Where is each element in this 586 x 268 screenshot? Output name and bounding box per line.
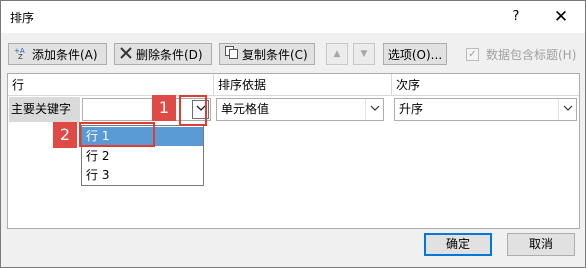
dropdown-item[interactable]: 行 2 bbox=[82, 147, 203, 166]
highlight-box-dropdown-arrow bbox=[179, 95, 207, 126]
close-button[interactable]: ✕ bbox=[541, 1, 581, 33]
order-value: 升序 bbox=[399, 102, 424, 116]
header-checkbox-label: 数据包含标题(H) bbox=[486, 48, 577, 62]
order-chevron-icon[interactable] bbox=[558, 99, 576, 120]
options-button[interactable]: 选项(O)... bbox=[383, 43, 447, 65]
delete-level-label: 删除条件(D) bbox=[136, 47, 203, 62]
column-header-order: 次序 bbox=[392, 74, 579, 96]
svg-text:Z: Z bbox=[18, 53, 23, 60]
help-button[interactable]: ? bbox=[499, 1, 533, 33]
toolbar: +A Z 添加条件(A) 删除条件(D) 复制条件(C) ▲ ▼ 选项(O)...… bbox=[1, 33, 585, 73]
delete-level-button[interactable]: 删除条件(D) bbox=[114, 43, 212, 65]
add-level-icon: +A Z bbox=[14, 46, 28, 63]
header-checkbox-wrap[interactable]: ✓ 数据包含标题(H) bbox=[466, 46, 576, 63]
dialog-title: 排序 bbox=[10, 11, 35, 25]
step-badge-1: 1 bbox=[152, 95, 176, 121]
highlight-box-row1 bbox=[79, 122, 155, 147]
delete-icon bbox=[120, 46, 132, 62]
step-badge-2: 2 bbox=[53, 122, 77, 148]
sort-on-value: 单元格值 bbox=[221, 102, 270, 116]
add-level-button[interactable]: +A Z 添加条件(A) bbox=[8, 43, 107, 65]
title-bar: 排序 ? ✕ bbox=[1, 1, 585, 33]
primary-key-label: 主要关键字 bbox=[9, 97, 80, 122]
column-header-sort-on: 排序依据 bbox=[214, 74, 392, 96]
copy-level-button[interactable]: 复制条件(C) bbox=[219, 43, 315, 65]
order-combo[interactable]: 升序 bbox=[394, 98, 577, 121]
header-checkbox[interactable]: ✓ bbox=[466, 48, 479, 61]
dropdown-item[interactable]: 行 3 bbox=[82, 166, 203, 185]
move-down-button[interactable]: ▼ bbox=[353, 43, 375, 65]
copy-icon bbox=[225, 46, 238, 62]
ok-button[interactable]: 确定 bbox=[424, 233, 492, 256]
add-level-label: 添加条件(A) bbox=[32, 47, 98, 62]
column-header-row: 行 bbox=[8, 74, 214, 96]
sort-dialog: 排序 ? ✕ +A Z 添加条件(A) 删除条件(D) 复制条件(C) ▲ ▼ 选… bbox=[0, 0, 586, 268]
copy-level-label: 复制条件(C) bbox=[242, 47, 308, 62]
cancel-button[interactable]: 取消 bbox=[507, 233, 575, 256]
move-up-button[interactable]: ▲ bbox=[326, 43, 348, 65]
sort-on-combo[interactable]: 单元格值 bbox=[216, 98, 384, 121]
sort-on-chevron-icon[interactable] bbox=[365, 99, 383, 120]
